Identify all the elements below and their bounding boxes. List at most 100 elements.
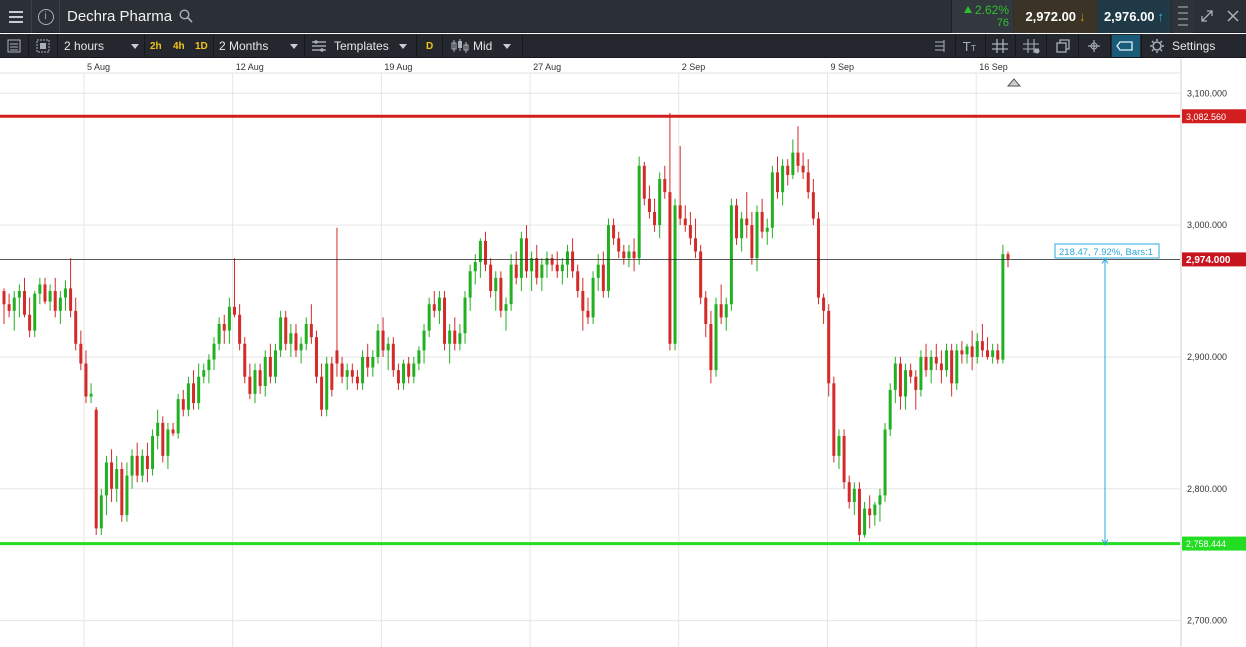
crosshair-grid-icon[interactable] [1019, 37, 1043, 55]
candle-body [873, 504, 877, 516]
svg-text:T: T [970, 44, 976, 53]
candle-body [786, 165, 790, 176]
candle-body [197, 376, 201, 404]
cursor-crosshair-icon[interactable] [1082, 37, 1106, 55]
candle-body [663, 178, 667, 193]
list-icon[interactable] [2, 37, 26, 55]
interval-select[interactable]: 2 hours [64, 34, 104, 58]
candle-body [965, 346, 969, 355]
panel-scroll-handle[interactable] [1173, 0, 1193, 33]
settings-gear-icon[interactable] [1145, 37, 1169, 55]
candle-body [176, 399, 180, 434]
candle-body [320, 376, 324, 410]
candle-body [898, 363, 902, 397]
candle-body [28, 314, 32, 331]
period-marker-icon [1006, 78, 1022, 87]
candle-body [417, 350, 421, 364]
chart-type-badge[interactable]: D [426, 34, 433, 58]
candle-body [381, 330, 385, 351]
candle-body [89, 393, 93, 397]
candle-body [576, 271, 580, 292]
candle-body [924, 356, 928, 371]
chart-app: i Dechra Pharma 2.62% 76 2,972.00 ↓ 2,97… [0, 0, 1246, 647]
candle-body [407, 363, 411, 377]
range-select[interactable]: 2 Months [219, 34, 268, 58]
candle-body [258, 370, 262, 386]
candle-body [227, 306, 231, 331]
templates-caret[interactable] [399, 34, 407, 58]
windows-icon[interactable] [1050, 37, 1074, 55]
drawing-tool-active[interactable] [1112, 35, 1140, 57]
price-chart[interactable]: 5 Aug 12 Aug 19 Aug 27 Aug 2 Sep 9 Sep 16 Sep … [0, 59, 1246, 647]
candle-body [468, 271, 472, 298]
search-icon[interactable] [179, 9, 193, 23]
templates-icon[interactable] [307, 37, 331, 55]
interval-1d[interactable]: 1D [195, 34, 208, 58]
candles-icon[interactable] [447, 37, 471, 55]
interval-4h[interactable]: 4h [173, 34, 185, 58]
candle-body [857, 488, 861, 535]
candle-body [166, 429, 170, 456]
close-icon[interactable] [1220, 0, 1246, 33]
candle-body [366, 356, 370, 368]
candle-body [1006, 254, 1010, 260]
candle-body [186, 383, 190, 410]
chart-canvas[interactable]: 5 Aug 12 Aug 19 Aug 27 Aug 2 Sep 9 Sep 16 Sep … [0, 59, 1246, 647]
candle-body [596, 264, 600, 278]
candle-body [571, 251, 575, 272]
candle-body [120, 469, 124, 516]
candle-body [325, 363, 329, 410]
candle-body [171, 429, 175, 434]
candle-body [396, 370, 400, 384]
text-size-icon[interactable]: T T [958, 37, 982, 55]
range-caret[interactable] [290, 34, 298, 58]
menu-icon[interactable] [0, 0, 32, 33]
date-tick-label: 5 Aug [87, 62, 110, 72]
sell-button[interactable]: 2,972.00 ↓ [1014, 0, 1097, 33]
candle-body [530, 258, 534, 272]
candle-body [437, 297, 441, 311]
candle-body [125, 475, 129, 516]
candle-body [473, 262, 477, 272]
candle-body [284, 317, 288, 344]
candle-body [17, 291, 21, 298]
date-tick-label: 27 Aug [533, 62, 561, 72]
candle-body [775, 172, 779, 193]
date-tick-label: 2 Sep [682, 62, 706, 72]
candle-body [299, 343, 303, 351]
info-icon[interactable]: i [32, 0, 60, 33]
layout-icon[interactable] [31, 37, 55, 55]
candle-body [22, 291, 26, 315]
interval-2h[interactable]: 2h [150, 34, 162, 58]
expand-icon[interactable] [1194, 0, 1220, 33]
candle-body [658, 178, 662, 226]
candle-body [601, 264, 605, 292]
candle-body [883, 429, 887, 496]
candle-body [591, 277, 595, 318]
buy-button[interactable]: 2,976.00 ↑ [1098, 0, 1170, 33]
price-mode-select[interactable]: Mid [473, 34, 492, 58]
candle-body [458, 333, 462, 344]
settings-button[interactable]: Settings [1172, 34, 1215, 58]
candle-body [740, 218, 744, 239]
candle-body [63, 288, 67, 298]
current-price-label: 2,974.000 [1186, 255, 1231, 266]
candle-body [422, 330, 426, 351]
indicator-list-icon[interactable] [927, 37, 951, 55]
candle-body [427, 304, 431, 331]
price-mode-caret[interactable] [503, 34, 511, 58]
interval-caret[interactable] [131, 34, 139, 58]
change-points: 76 [996, 17, 1009, 29]
grid-icon[interactable] [988, 37, 1012, 55]
candle-body [816, 218, 820, 298]
candle-body [448, 330, 452, 344]
candle-body [273, 350, 277, 377]
candle-body [443, 297, 447, 344]
candle-body [980, 341, 984, 351]
date-tick-label: 9 Sep [831, 62, 855, 72]
candle-body [7, 304, 11, 311]
price-tick-label: 3,100.000 [1187, 88, 1227, 98]
templates-menu[interactable]: Templates [334, 34, 389, 58]
candle-body [361, 356, 365, 384]
candle-body [699, 251, 703, 298]
